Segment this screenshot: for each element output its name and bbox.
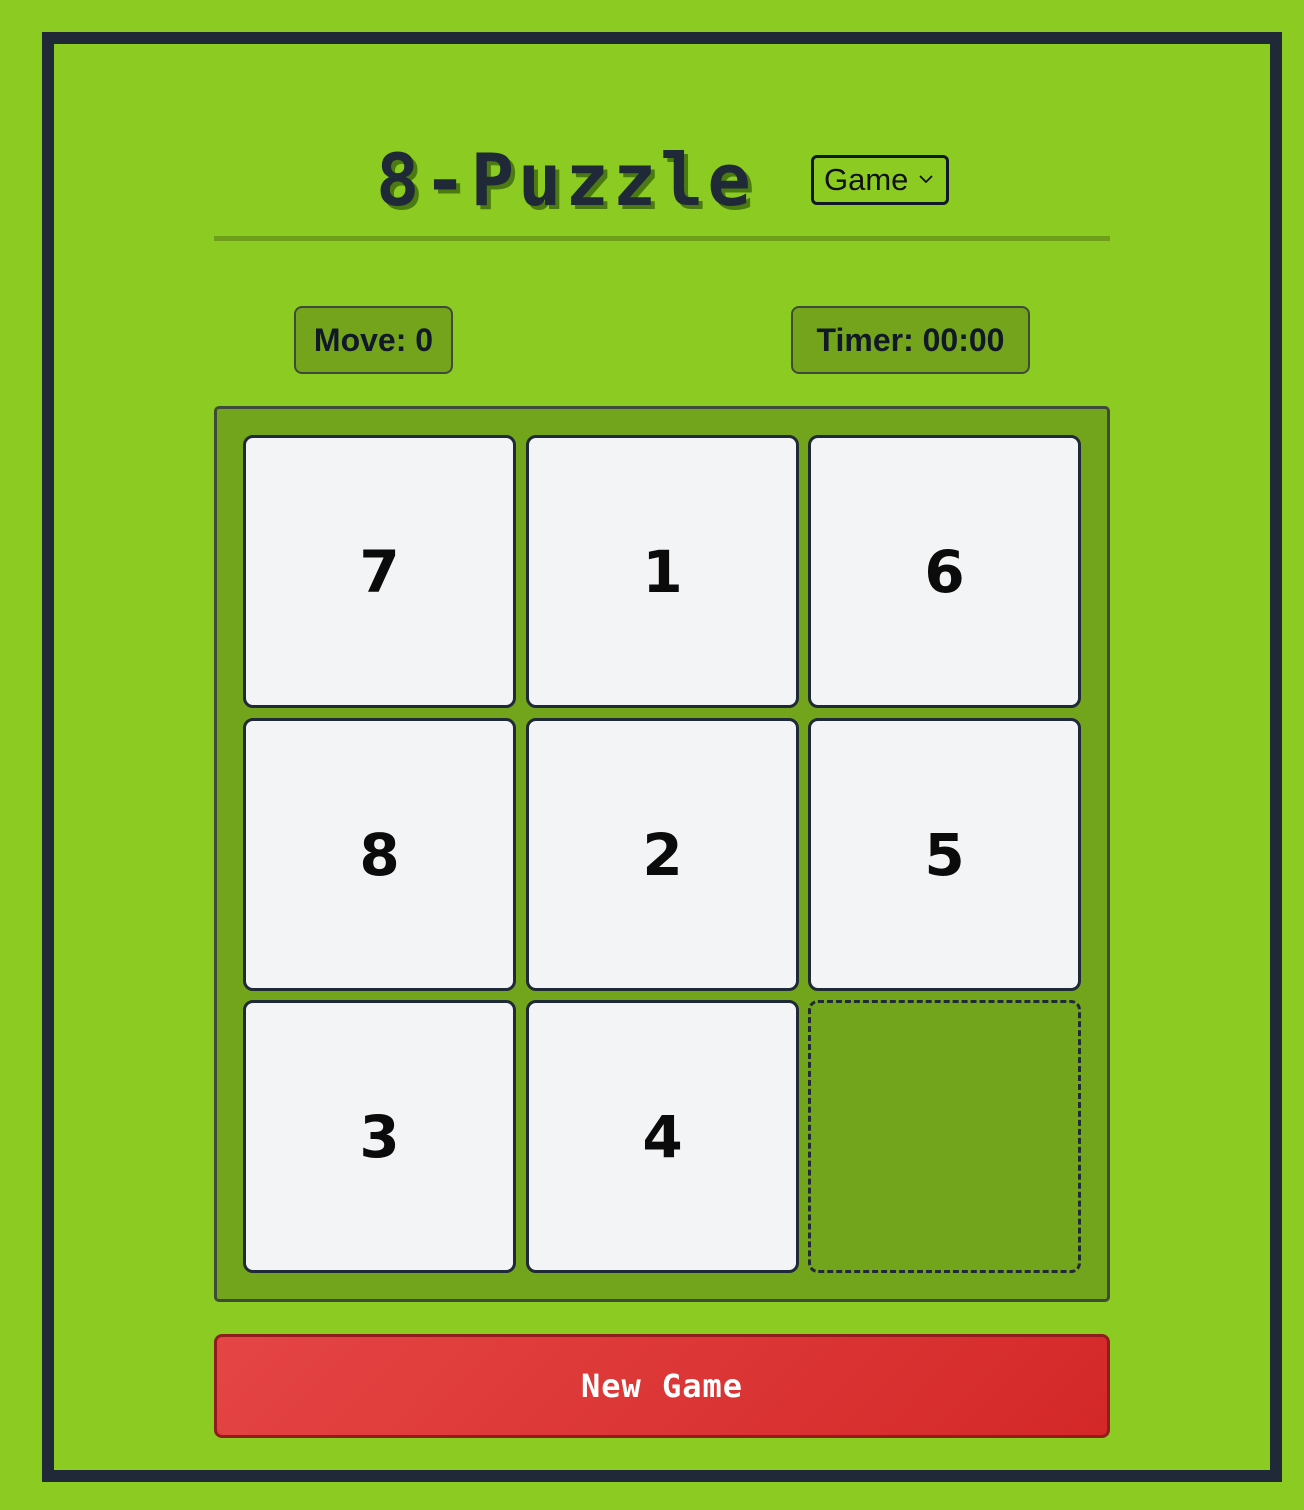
tile-6[interactable]: 5 (808, 718, 1081, 991)
tile-4[interactable]: 8 (243, 718, 516, 991)
mode-select-value: Game (824, 162, 909, 197)
tile-7[interactable]: 3 (243, 1000, 516, 1273)
header-divider (214, 236, 1110, 241)
timer-display: Timer: 00:00 (791, 306, 1030, 374)
tile-3[interactable]: 6 (808, 435, 1081, 708)
puzzle-board: 7 1 6 8 2 5 3 4 (214, 406, 1110, 1302)
tile-1[interactable]: 7 (243, 435, 516, 708)
tile-5[interactable]: 2 (526, 718, 799, 991)
tile-8[interactable]: 4 (526, 1000, 799, 1273)
empty-slot (808, 1000, 1081, 1273)
new-game-button[interactable]: New Game (214, 1334, 1110, 1438)
chevron-down-icon (919, 175, 933, 184)
mode-select[interactable]: Game (811, 155, 949, 205)
tile-2[interactable]: 1 (526, 435, 799, 708)
page-title: 8-Puzzle (376, 138, 755, 222)
move-counter: Move: 0 (294, 306, 453, 374)
